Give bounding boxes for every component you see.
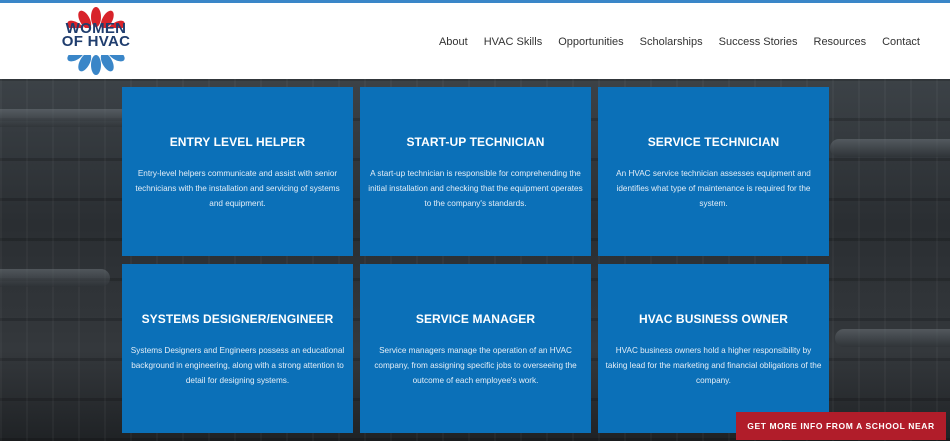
card-description: Service managers manage the operation of…	[374, 346, 577, 385]
nav-item-scholarships[interactable]: Scholarships	[640, 36, 703, 48]
card-title: SERVICE MANAGER	[415, 312, 536, 326]
card-start-up-technician[interactable]: START-UP TECHNICIAN A start-up technicia…	[360, 87, 591, 256]
card-title: START-UP TECHNICIAN	[406, 135, 545, 149]
card-description: HVAC business owners hold a higher respo…	[605, 346, 822, 385]
card-description: An HVAC service technician assesses equi…	[616, 169, 811, 208]
card-title: SERVICE TECHNICIAN	[647, 135, 780, 149]
card-description: A start-up technician is responsible for…	[368, 169, 583, 208]
card-hvac-business-owner[interactable]: HVAC BUSINESS OWNER HVAC business owners…	[598, 264, 829, 433]
card-service-technician[interactable]: SERVICE TECHNICIAN An HVAC service techn…	[598, 87, 829, 256]
nav-item-contact[interactable]: Contact	[882, 36, 920, 48]
nav-item-about[interactable]: About	[439, 36, 468, 48]
card-title: HVAC BUSINESS OWNER	[638, 312, 789, 326]
card-title: ENTRY LEVEL HELPER	[169, 135, 306, 149]
logo-wordmark: WOMEN OF HVAC	[61, 20, 131, 50]
get-more-info-button[interactable]: GET MORE INFO FROM A SCHOOL NEAR YOU	[736, 412, 946, 440]
card-title: SYSTEMS DESIGNER/ENGINEER	[141, 312, 334, 326]
nav-item-opportunities[interactable]: Opportunities	[558, 36, 623, 48]
women-of-hvac-logo[interactable]: WOMEN OF HVAC	[56, 5, 136, 77]
site-header: WOMEN OF HVAC About HVAC Skills Opportuni…	[0, 3, 950, 79]
nav-item-success-stories[interactable]: Success Stories	[719, 36, 798, 48]
nav-item-hvac-skills[interactable]: HVAC Skills	[484, 36, 542, 48]
main-nav: About HVAC Skills Opportunities Scholars…	[439, 36, 920, 48]
card-service-manager[interactable]: SERVICE MANAGER Service managers manage …	[360, 264, 591, 433]
card-description: Systems Designers and Engineers possess …	[130, 346, 345, 385]
nav-item-resources[interactable]: Resources	[814, 36, 867, 48]
card-description: Entry-level helpers communicate and assi…	[135, 169, 340, 208]
card-systems-designer-engineer[interactable]: SYSTEMS DESIGNER/ENGINEER Systems Design…	[122, 264, 353, 433]
card-entry-level-helper[interactable]: ENTRY LEVEL HELPER Entry-level helpers c…	[122, 87, 353, 256]
